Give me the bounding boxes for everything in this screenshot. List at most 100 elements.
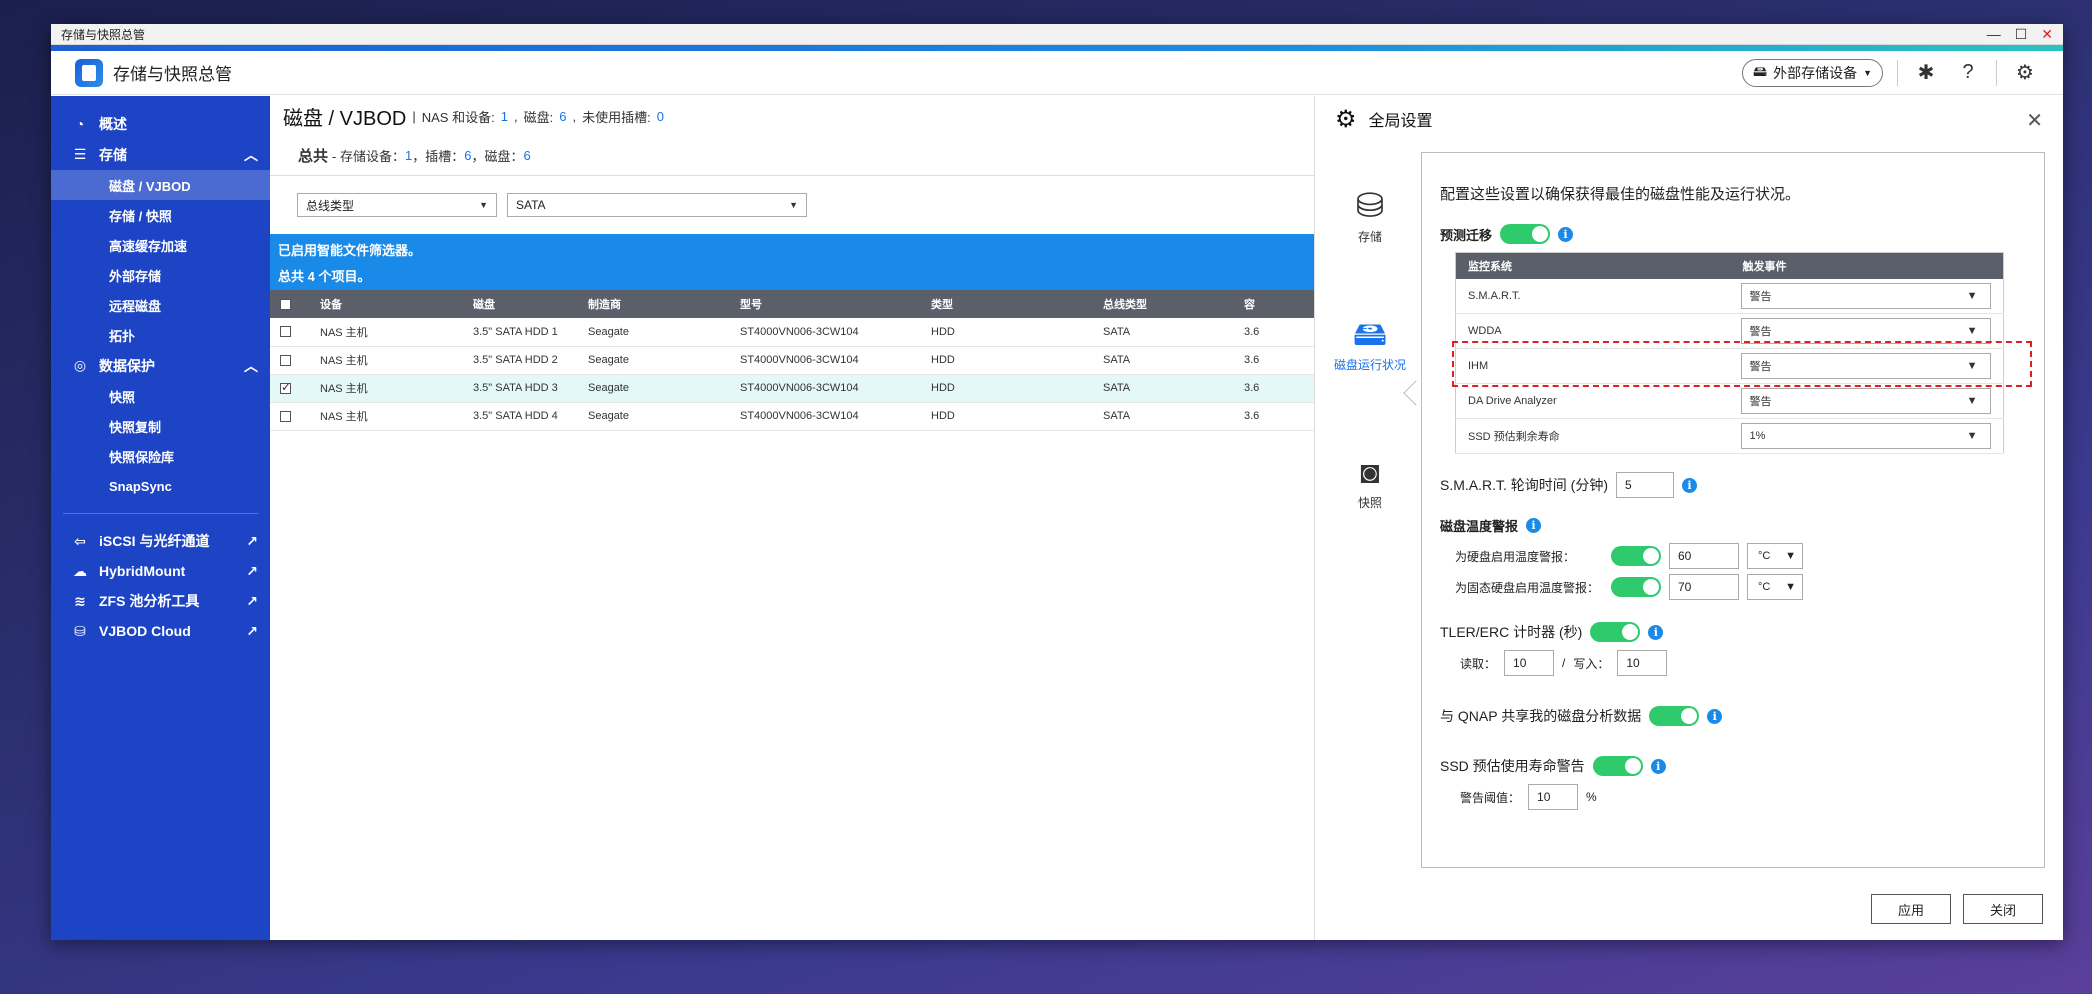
debug-icon[interactable]: ✱ (1912, 59, 1940, 87)
cell-disk: 3.5" SATA HDD 2 (463, 346, 578, 375)
summary-disks-value: 6 (523, 148, 531, 163)
row-checkbox[interactable] (280, 354, 291, 366)
smart-filter-banner: 已启用智能文件筛选器。 总共 4 个项目。 (270, 234, 1314, 290)
info-icon[interactable]: i (1526, 518, 1542, 533)
gear-icon[interactable]: ⚙ (2011, 59, 2039, 87)
app-window: 存储与快照总管 — ☐ ✕ 存储与快照总管 🖴 外部存储设备 ▼ ✱ ? ⚙ ◔… (51, 24, 2063, 940)
cell-bus: SATA (1093, 318, 1234, 347)
trigger-event-value: 警告 (1749, 361, 1772, 373)
close-panel-icon[interactable]: ✕ (2026, 108, 2043, 133)
cell-capacity: 3.6 (1234, 374, 1314, 403)
trigger-event-select[interactable]: 1% ▼ (1740, 423, 1991, 449)
hdd-temp-input[interactable]: 60 (1669, 543, 1739, 569)
summary-devices-value: 1 (404, 148, 413, 163)
hdd-temp-toggle[interactable] (1611, 546, 1661, 566)
external-link-icon: ↗ (246, 592, 258, 609)
category-snapshot[interactable]: ◙ 快照 (1331, 454, 1409, 511)
sidebar-storage-label: 存储 (99, 146, 127, 163)
column-header[interactable]: 类型 (921, 290, 1093, 318)
ssd-temp-input[interactable]: 70 (1669, 574, 1739, 600)
sidebar-item-snapshot[interactable]: 快照 (51, 381, 270, 411)
external-link-icon: ↗ (246, 622, 258, 639)
maximize-icon[interactable]: ☐ (2015, 26, 2028, 43)
column-header: 监控系统 (1455, 252, 1731, 279)
category-snapshot-label: 快照 (1357, 496, 1382, 510)
sidebar-item-storage-snapshots[interactable]: 存储 / 快照 (51, 200, 270, 230)
header-actions: 🖴 外部存储设备 ▼ ✱ ? ⚙ (1741, 58, 2039, 87)
info-icon[interactable]: i (1682, 477, 1697, 493)
row-checkbox[interactable] (280, 410, 291, 422)
table-row[interactable]: NAS 主机 3.5" SATA HDD 2 Seagate ST4000VN0… (270, 346, 1314, 375)
sidebar-item-topology[interactable]: 拓扑 (51, 320, 270, 350)
read-input[interactable]: 10 (1504, 650, 1555, 676)
tler-toggle[interactable] (1590, 622, 1641, 642)
column-header[interactable]: 设备 (310, 290, 463, 318)
trigger-event-select[interactable]: 警告 ▼ (1740, 282, 1991, 309)
row-checkbox[interactable] (280, 326, 291, 338)
info-icon[interactable]: i (1558, 226, 1574, 242)
threshold-input[interactable]: 10 (1528, 784, 1579, 810)
cell-model: ST4000VN006-3CW104 (730, 318, 921, 347)
tler-values-row: 读取： 10 / 写入： 10 (1440, 650, 2044, 676)
monitor-header-row: 监控系统 触发事件 (1455, 252, 2004, 279)
predictive-migration-toggle[interactable] (1500, 224, 1551, 244)
sidebar-item-snapshot-vault[interactable]: 快照保险库 (51, 441, 270, 471)
sidebar-link-hybridmount[interactable]: ☁ HybridMount ↗ (51, 556, 270, 586)
ssd-temp-unit-select[interactable]: °C ▼ (1747, 574, 1803, 600)
share-data-toggle[interactable] (1649, 706, 1700, 726)
sidebar-item-snapsync[interactable]: SnapSync (51, 471, 270, 501)
sidebar-link-iscsi[interactable]: ⇦ iSCSI 与光纤通道 ↗ (51, 526, 270, 556)
sidebar-group-protection[interactable]: ◎ 数据保护 ︿ (51, 350, 270, 381)
ssd-warning-toggle[interactable] (1592, 756, 1643, 776)
info-icon[interactable]: i (1650, 758, 1666, 774)
filter-value-select[interactable]: SATA ▼ (507, 193, 807, 217)
external-link-icon: ↗ (246, 562, 258, 579)
header-divider (1996, 59, 1997, 86)
column-header[interactable]: 磁盘 (463, 290, 578, 318)
column-header[interactable]: 型号 (730, 290, 921, 318)
sidebar-item-external-storage[interactable]: 外部存储 (51, 260, 270, 290)
close-button[interactable]: 关闭 (1963, 894, 2043, 924)
trigger-event-select[interactable]: 警告 ▼ (1740, 353, 1991, 379)
table-row[interactable]: NAS 主机 3.5" SATA HDD 1 Seagate ST4000VN0… (270, 318, 1314, 347)
sidebar-item-overview[interactable]: ◔ 概述 (51, 108, 270, 139)
trigger-event-select[interactable]: 警告 ▼ (1740, 388, 1991, 414)
category-disk-health[interactable]: 🖴 磁盘运行状况 (1331, 316, 1409, 373)
category-storage[interactable]: ⛁ 存储 (1331, 188, 1409, 245)
hdd-temp-unit-select[interactable]: °C ▼ (1747, 543, 1803, 569)
write-input[interactable]: 10 (1617, 650, 1668, 676)
help-icon[interactable]: ? (1954, 59, 1982, 87)
smart-poll-input[interactable]: 5 (1616, 472, 1674, 498)
sidebar-link-zfs[interactable]: ≋ ZFS 池分析工具 ↗ (51, 586, 270, 616)
cell-type: HDD (921, 318, 1093, 347)
select-all-checkbox[interactable] (280, 298, 291, 310)
trigger-event-select[interactable]: 警告 ▼ (1740, 318, 1991, 344)
table-row[interactable]: NAS 主机 3.5" SATA HDD 4 Seagate ST4000VN0… (270, 402, 1314, 431)
ssd-temp-toggle[interactable] (1611, 577, 1661, 597)
apply-button[interactable]: 应用 (1871, 894, 1951, 924)
table-row-selected[interactable]: NAS 主机 3.5" SATA HDD 3 Seagate ST4000VN0… (270, 374, 1314, 403)
sidebar-group-storage[interactable]: ☰ 存储 ︿ (51, 139, 270, 170)
filter-type-select[interactable]: 总线类型 ▼ (297, 193, 497, 217)
close-window-icon[interactable]: ✕ (2041, 26, 2053, 43)
column-header[interactable]: 容 (1234, 290, 1314, 318)
title-divider: | (412, 108, 416, 124)
column-header[interactable]: 制造商 (578, 290, 730, 318)
caret-down-icon: ▼ (1966, 430, 1978, 442)
minimize-icon[interactable]: — (1987, 26, 2001, 42)
write-separator: / (1562, 656, 1566, 670)
info-icon[interactable]: i (1707, 708, 1723, 724)
column-header[interactable]: 总线类型 (1093, 290, 1234, 318)
sidebar-item-disks-vjbod[interactable]: 磁盘 / VJBOD (51, 170, 270, 200)
external-storage-button[interactable]: 🖴 外部存储设备 ▼ (1741, 58, 1883, 87)
sidebar-item-snapshot-replica[interactable]: 快照复制 (51, 411, 270, 441)
sidebar-item-cache[interactable]: 高速缓存加速 (51, 230, 270, 260)
row-checkbox-checked[interactable] (280, 380, 291, 394)
sidebar-item-remote-disk[interactable]: 远程磁盘 (51, 290, 270, 320)
cell-device: NAS 主机 (310, 402, 463, 431)
disk-health-settings: 配置这些设置以确保获得最佳的磁盘性能及运行状况。 预测迁移 i 监控系统 触发事… (1421, 152, 2045, 868)
sidebar-link-vjbod-cloud[interactable]: ⛁ VJBOD Cloud ↗ (51, 616, 270, 646)
caret-down-icon: ▼ (1966, 325, 1978, 337)
info-icon[interactable]: i (1648, 624, 1664, 640)
external-link-icon: ↗ (246, 532, 258, 549)
